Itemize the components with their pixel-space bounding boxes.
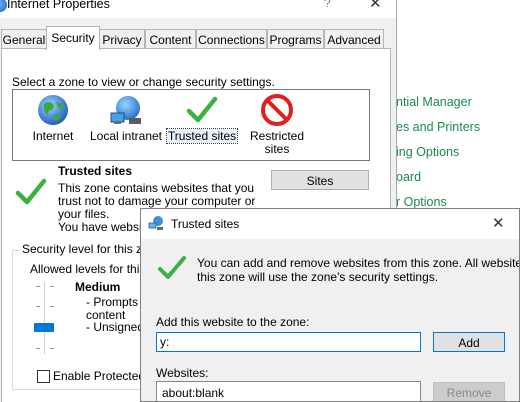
slider-track (44, 282, 45, 354)
devices-and-printers-link[interactable]: es and Printers (396, 120, 480, 134)
zone-label: Local intranet (89, 129, 163, 143)
info-line: this zone will use the zone's security s… (197, 269, 439, 284)
info-text: You can add and remove websites from thi… (197, 256, 520, 284)
checkmark-icon (158, 256, 186, 279)
remove-button[interactable]: Remove (433, 382, 505, 401)
zone-list: Internet Local intranet Trusted sites Re… (12, 89, 370, 161)
sites-button[interactable]: Sites (271, 170, 369, 190)
trusted-sites-dialog: Trusted sites ✕ You can add and remove w… (140, 208, 520, 402)
zone-local-intranet[interactable]: Local intranet (85, 90, 167, 162)
enable-protected-mode-checkbox[interactable] (37, 370, 50, 383)
no-entry-icon (261, 94, 293, 126)
security-level-description: - Prompts b content - Unsigned (86, 296, 148, 334)
network-globe-icon (110, 96, 141, 124)
globe-icon (38, 95, 68, 125)
slider-tick (36, 286, 40, 287)
zone-trusted-sites[interactable]: Trusted sites (163, 90, 241, 162)
tab-connections[interactable]: Connections (196, 29, 267, 49)
info-line: You can add and remove websites from thi… (197, 256, 520, 270)
zone-label: Trusted sites (165, 128, 239, 144)
zone-prompt-label: Select a zone to view or change security… (12, 75, 275, 89)
close-button[interactable]: ✕ (492, 214, 505, 232)
tab-strip: General Security Privacy Content Connect… (0, 26, 396, 50)
slider-tick (36, 306, 40, 307)
add-website-input[interactable] (156, 332, 421, 352)
credential-manager-link[interactable]: ntial Manager (396, 95, 472, 109)
websites-list[interactable]: about:blank (156, 381, 421, 401)
window-title: Trusted sites (171, 217, 240, 231)
help-button[interactable]: ? (324, 0, 331, 10)
websites-label: Websites: (156, 366, 209, 380)
keyboard-link[interactable]: oard (396, 170, 421, 184)
tab-advanced[interactable]: Advanced (324, 29, 384, 49)
close-button[interactable]: ✕ (369, 0, 382, 12)
zone-internet[interactable]: Internet (13, 90, 93, 162)
tab-security[interactable]: Security (46, 26, 100, 50)
allowed-levels-label: Allowed levels for this z (30, 262, 155, 276)
network-globe-icon (148, 216, 163, 230)
slider-thumb[interactable] (34, 323, 54, 332)
slider-tick (50, 286, 54, 287)
internet-globe-icon (0, 0, 7, 12)
title-bar[interactable]: Trusted sites ✕ (141, 209, 519, 239)
tab-general[interactable]: General (1, 29, 47, 49)
security-level-name: Medium (75, 280, 121, 294)
trusted-checkmark-icon (15, 178, 47, 205)
security-level-legend: Security level for this zo (20, 242, 151, 256)
title-bar[interactable]: Internet Properties ? ✕ (0, 0, 396, 18)
selected-zone-name: Trusted sites (58, 164, 133, 178)
slider-tick (50, 348, 54, 349)
power-options-link[interactable]: r Options (396, 195, 447, 209)
window-title: Internet Properties (7, 0, 110, 11)
tab-programs[interactable]: Programs (267, 29, 324, 49)
zone-label: Internet (32, 129, 74, 143)
zone-label: Restricted sites (249, 129, 305, 156)
add-website-label: Add this website to the zone: (156, 315, 310, 329)
tab-content[interactable]: Content (145, 29, 196, 49)
list-item[interactable]: about:blank (162, 386, 224, 400)
level-description-line: - Prompts b (86, 295, 149, 309)
level-description-line: - Unsigned (86, 320, 145, 334)
security-level-slider[interactable] (32, 282, 58, 354)
indexing-options-link[interactable]: ing Options (396, 145, 459, 159)
tab-privacy[interactable]: Privacy (99, 29, 145, 49)
slider-tick (50, 306, 54, 307)
checkmark-icon (186, 96, 218, 123)
slider-tick (36, 348, 40, 349)
zone-restricted-sites[interactable]: Restricted sites (245, 90, 309, 162)
add-button[interactable]: Add (433, 332, 505, 352)
